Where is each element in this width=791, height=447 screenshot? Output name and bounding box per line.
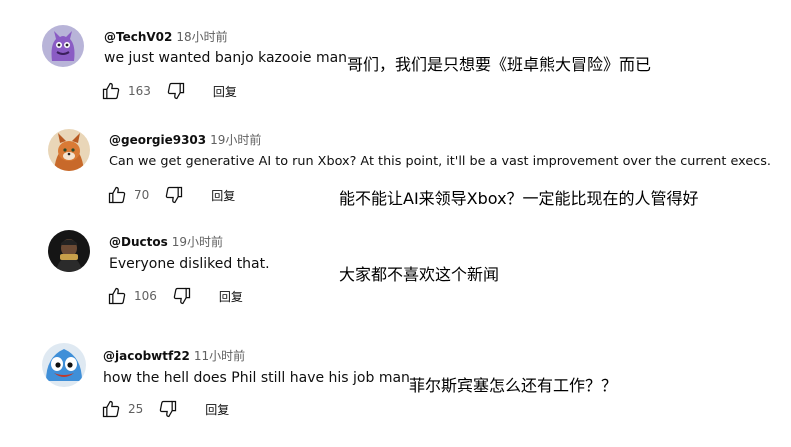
reply-button[interactable]: 回复 — [211, 187, 235, 204]
reply-button[interactable]: 回复 — [205, 401, 229, 418]
comment-meta: @jacobwtf22 11小时前 — [103, 347, 245, 364]
comment-text: how the hell does Phil still have his jo… — [103, 370, 410, 386]
comment-meta: @TechV02 18小时前 — [104, 28, 228, 45]
reply-button[interactable]: 回复 — [219, 288, 243, 305]
thumbs-up-icon[interactable] — [106, 285, 128, 307]
fox-character-avatar[interactable] — [48, 129, 90, 171]
comment-translation: 菲尔斯宾塞怎么还有工作？？ — [409, 376, 618, 395]
comment-time[interactable]: 11小时前 — [194, 349, 245, 363]
thumbs-down-icon[interactable] — [157, 398, 179, 420]
purple-creature-avatar[interactable] — [42, 25, 84, 67]
comment-meta: @Ductos 19小时前 — [109, 233, 223, 250]
comment-author[interactable]: @jacobwtf22 — [103, 349, 190, 363]
comment-author[interactable]: @TechV02 — [104, 30, 172, 44]
comment-translation: 哥们，我们是只想要《班卓熊大冒险》而已 — [347, 55, 652, 74]
comment-text: Can we get generative AI to run Xbox? At… — [109, 154, 771, 169]
comment-text: we just wanted banjo kazooie man — [104, 50, 348, 66]
like-count: 70 — [134, 188, 150, 202]
comment-time[interactable]: 19小时前 — [172, 235, 223, 249]
thumbs-down-icon[interactable] — [163, 184, 185, 206]
comment-time[interactable]: 18小时前 — [176, 30, 227, 44]
comment-translation: 大家都不喜欢这个新闻 — [339, 265, 500, 284]
like-count: 163 — [128, 84, 151, 98]
comment-actions: 70 回复 — [106, 185, 235, 205]
thumbs-up-icon[interactable] — [106, 184, 128, 206]
comment-author[interactable]: @georgie9303 — [109, 133, 206, 147]
reply-button[interactable]: 回复 — [213, 83, 237, 100]
comment-actions: 163 回复 — [100, 81, 237, 101]
thumbs-down-icon[interactable] — [165, 80, 187, 102]
thumbs-down-icon[interactable] — [171, 285, 193, 307]
comment-meta: @georgie9303 19小时前 — [109, 131, 261, 148]
comment-actions: 106 回复 — [106, 286, 243, 306]
like-count: 106 — [134, 289, 157, 303]
comment-author[interactable]: @Ductos — [109, 235, 168, 249]
comment-time[interactable]: 19小时前 — [210, 133, 261, 147]
comment-translation: 能不能让AI来领导Xbox？一定能比现在的人管得好 — [339, 189, 699, 208]
thumbs-up-icon[interactable] — [100, 80, 122, 102]
comment-actions: 25 回复 — [100, 399, 229, 419]
thumbs-up-icon[interactable] — [100, 398, 122, 420]
dark-photo-avatar[interactable] — [48, 230, 90, 272]
like-count: 25 — [128, 402, 144, 416]
blue-slime-avatar[interactable] — [42, 343, 86, 387]
comment-text: Everyone disliked that. — [109, 256, 270, 272]
